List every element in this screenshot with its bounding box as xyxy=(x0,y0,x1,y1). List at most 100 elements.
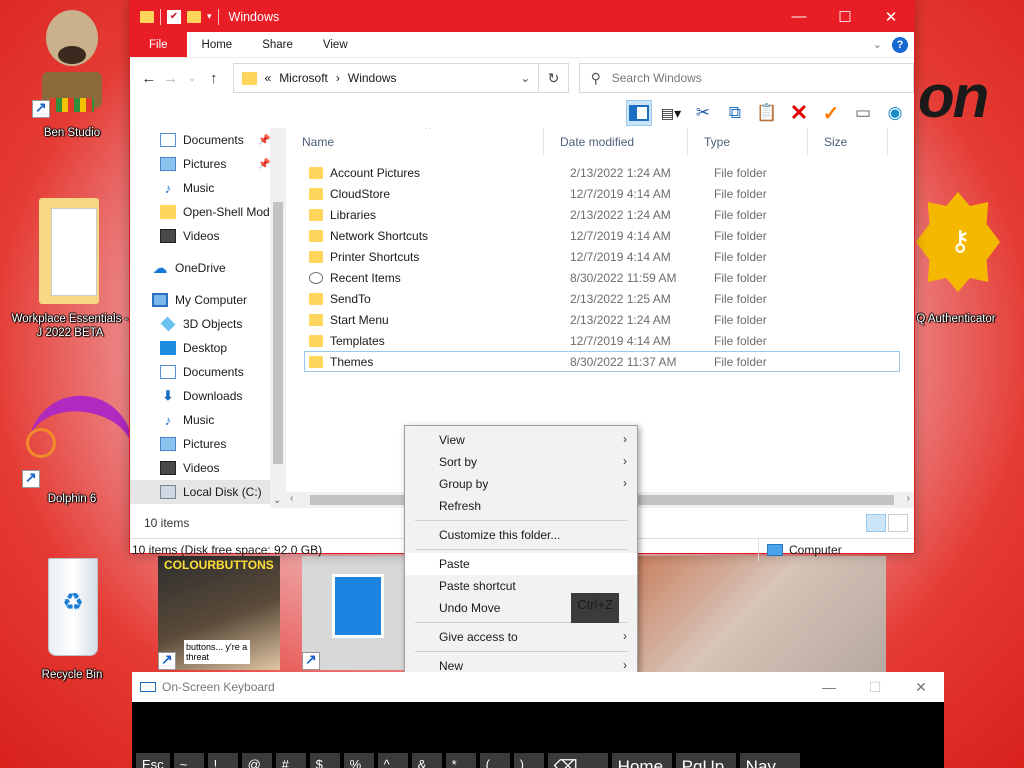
key-ampersand[interactable]: & xyxy=(411,753,442,768)
key-exclamation[interactable]: ! xyxy=(207,753,238,768)
key-tilde[interactable]: ~ xyxy=(173,753,204,768)
key-left-paren[interactable]: ( xyxy=(479,753,510,768)
file-row[interactable]: CloudStore 12/7/2019 4:14 AM File folder xyxy=(304,183,900,204)
nav-item-local-disk[interactable]: Local Disk (C:) xyxy=(130,480,286,504)
desktop-icon-dolphin[interactable]: Dolphin 6 xyxy=(12,384,140,506)
cut-icon[interactable]: ✂ xyxy=(690,100,716,126)
menu-item-paste[interactable]: Paste xyxy=(405,553,637,575)
close-button[interactable]: ✕ xyxy=(868,1,914,32)
key-asterisk[interactable]: * xyxy=(445,753,476,768)
nav-item-videos-quick[interactable]: Videos xyxy=(130,224,286,248)
scroll-down-chevron-icon[interactable]: ⌄ xyxy=(273,495,281,506)
key-dollar[interactable]: $ xyxy=(309,753,340,768)
address-bar[interactable]: « Microsoft › Windows ⌄ xyxy=(232,63,540,93)
details-view-icon[interactable] xyxy=(866,514,886,532)
nav-item-music-quick[interactable]: ♪ Music xyxy=(130,176,286,200)
menu-item-give-access[interactable]: Give access to › xyxy=(405,626,637,648)
tab-home[interactable]: Home xyxy=(187,32,248,57)
osk-close-button[interactable]: ✕ xyxy=(898,679,944,696)
tab-file[interactable]: File xyxy=(130,32,187,57)
key-backspace[interactable]: ⌫ xyxy=(547,753,608,768)
nav-item-my-computer[interactable]: My Computer xyxy=(130,288,286,312)
column-header-size[interactable]: Size xyxy=(808,128,888,156)
desktop-thumbnail-window[interactable] xyxy=(302,556,406,670)
desktop-icon-workplace-essentials[interactable]: Workplace Essentials - J 2022 BETA xyxy=(10,196,130,340)
file-row[interactable]: Account Pictures 2/13/2022 1:24 AM File fo… xyxy=(304,162,900,183)
column-header-date-modified[interactable]: Date modified xyxy=(544,128,688,156)
osk-minimize-button[interactable]: — xyxy=(806,679,852,696)
preview-pane-icon[interactable] xyxy=(626,100,652,126)
file-row[interactable]: Templates 12/7/2019 4:14 AM File folder xyxy=(304,330,900,351)
search-box[interactable]: ⚲ Search Windows xyxy=(578,63,914,93)
nav-item-desktop[interactable]: Desktop xyxy=(130,336,286,360)
paste-icon[interactable]: 📋 xyxy=(754,100,780,126)
tab-view[interactable]: View xyxy=(308,32,363,57)
new-folder-icon[interactable] xyxy=(187,10,201,23)
navigation-pane[interactable]: Documents 📌 Pictures 📌 ♪ Music Open-Shell M… xyxy=(130,128,286,508)
osk-maximize-button[interactable]: ☐ xyxy=(852,679,898,696)
nav-pane-scrollbar[interactable]: ⌄ xyxy=(270,128,286,508)
minimize-button[interactable]: — xyxy=(776,1,822,32)
osk-title-bar[interactable]: On-Screen Keyboard — ☐ ✕ xyxy=(132,672,944,702)
globe-icon[interactable]: ◉ xyxy=(882,100,908,126)
nav-item-open-shell[interactable]: Open-Shell Mod xyxy=(130,200,286,224)
customize-toolbar-chevron-icon[interactable]: ▾ xyxy=(207,11,212,22)
refresh-icon[interactable]: ↻ xyxy=(539,63,569,93)
scrollbar-thumb[interactable] xyxy=(273,202,283,464)
recent-locations-chevron-icon[interactable]: ⌄ xyxy=(181,73,203,84)
nav-item-videos[interactable]: Videos xyxy=(130,456,286,480)
file-row[interactable]: Start Menu 2/13/2022 1:24 AM File folder xyxy=(304,309,900,330)
breadcrumb-windows[interactable]: Windows xyxy=(348,71,397,85)
key-esc[interactable]: Esc xyxy=(136,753,170,768)
key-caret[interactable]: ^ xyxy=(377,753,408,768)
forward-arrow-icon[interactable]: → xyxy=(160,70,182,87)
checkmark-icon[interactable]: ✓ xyxy=(818,100,844,126)
maximize-button[interactable]: ☐ xyxy=(822,1,868,32)
menu-item-refresh[interactable]: Refresh xyxy=(405,495,637,517)
delete-icon[interactable]: ✕ xyxy=(786,100,812,126)
copy-icon[interactable]: ⧉ xyxy=(722,100,748,126)
back-arrow-icon[interactable]: ← xyxy=(138,70,160,87)
scroll-right-chevron-icon[interactable]: › xyxy=(907,493,910,504)
nav-item-onedrive[interactable]: ☁ OneDrive xyxy=(130,256,286,280)
nav-item-documents[interactable]: Documents xyxy=(130,360,286,384)
menu-item-customize-folder[interactable]: Customize this folder... xyxy=(405,524,637,546)
desktop-thumbnail-colourbuttons[interactable]: COLOURBUTTONS buttons... y're a threat xyxy=(158,556,280,670)
key-nav[interactable]: Nav xyxy=(739,753,800,768)
file-row-selected[interactable]: Themes 8/30/2022 11:37 AM File folder xyxy=(304,351,900,372)
nav-item-3d-objects[interactable]: 3D Objects xyxy=(130,312,286,336)
file-row[interactable]: SendTo 2/13/2022 1:25 AM File folder xyxy=(304,288,900,309)
scroll-left-chevron-icon[interactable]: ‹ xyxy=(290,493,293,504)
breadcrumb-microsoft[interactable]: Microsoft xyxy=(279,71,328,85)
nav-item-downloads[interactable]: ⬇ Downloads xyxy=(130,384,286,408)
file-row[interactable]: Printer Shortcuts 12/7/2019 4:14 AM File f… xyxy=(304,246,900,267)
key-home[interactable]: Home xyxy=(611,753,672,768)
nav-item-documents-pinned[interactable]: Documents 📌 xyxy=(130,128,286,152)
desktop-icon-ben-studio[interactable]: Ben Studio xyxy=(12,6,132,140)
menu-item-sort-by[interactable]: Sort by › xyxy=(405,451,637,473)
key-percent[interactable]: % xyxy=(343,753,374,768)
breadcrumb-overflow[interactable]: « xyxy=(265,71,272,85)
file-row[interactable]: Recent Items 8/30/2022 11:59 AM File folde… xyxy=(304,267,900,288)
title-bar[interactable]: ✔ ▾ Windows — ☐ ✕ xyxy=(130,1,914,32)
column-header-name[interactable]: Name xyxy=(286,128,544,156)
column-header-type[interactable]: Type xyxy=(688,128,808,156)
tab-share[interactable]: Share xyxy=(247,32,308,57)
menu-item-undo-move[interactable]: Undo Move Ctrl+Z xyxy=(405,593,637,623)
key-pgup[interactable]: PgUp xyxy=(675,753,736,768)
key-hash[interactable]: # xyxy=(275,753,306,768)
address-dropdown-chevron-icon[interactable]: ⌄ xyxy=(512,71,538,85)
help-icon[interactable]: ? xyxy=(892,36,908,53)
menu-item-group-by[interactable]: Group by › xyxy=(405,473,637,495)
large-icons-view-icon[interactable] xyxy=(888,514,908,532)
key-right-paren[interactable]: ) xyxy=(513,753,544,768)
on-screen-keyboard-window[interactable]: On-Screen Keyboard — ☐ ✕ Esc ~ ! @ # $ %… xyxy=(132,672,944,768)
context-menu[interactable]: View › Sort by › Group by › Refresh Customi… xyxy=(404,425,638,673)
desktop-icon-recycle-bin[interactable]: ♻ Recycle Bin xyxy=(12,552,132,682)
menu-item-view[interactable]: View › xyxy=(405,429,637,451)
up-arrow-icon[interactable]: ↑ xyxy=(203,70,225,87)
nav-item-music[interactable]: ♪ Music xyxy=(130,408,286,432)
nav-item-pictures-pinned[interactable]: Pictures 📌 xyxy=(130,152,286,176)
key-at[interactable]: @ xyxy=(241,753,272,768)
file-row[interactable]: Libraries 2/13/2022 1:24 AM File folder xyxy=(304,204,900,225)
